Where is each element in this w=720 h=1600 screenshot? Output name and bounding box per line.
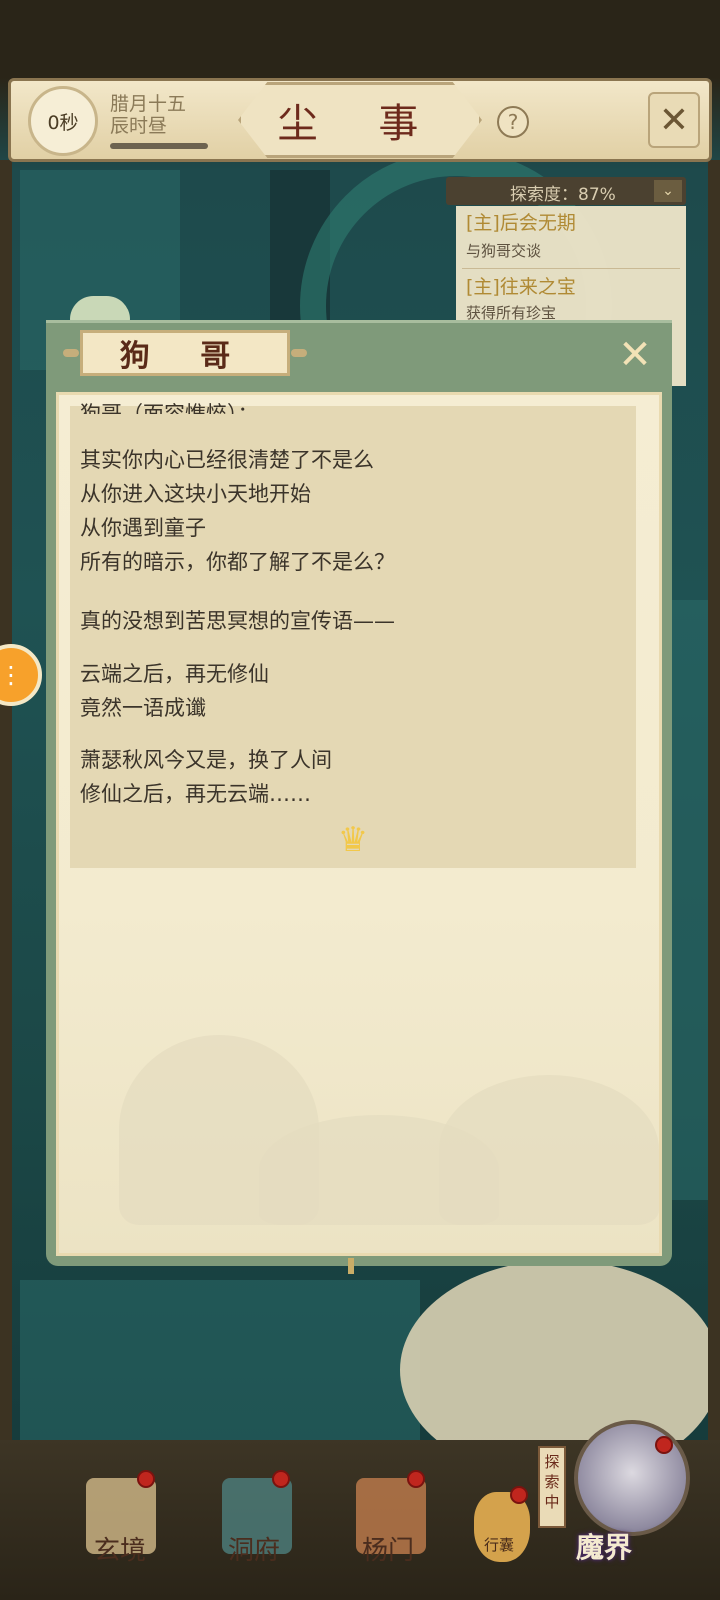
realm-portal-button[interactable] (574, 1420, 690, 1536)
quest-divider (462, 268, 680, 269)
speaker-name: 狗 哥 (119, 339, 251, 374)
notification-dot (407, 1470, 425, 1488)
dialog-line: 云端之后，再无修仙 (80, 662, 269, 686)
notification-dot (137, 1470, 155, 1488)
nav-label-xingnang[interactable]: 行囊 (484, 1534, 514, 1555)
dialog-line: 从你遇到童子 (80, 516, 206, 540)
notification-dot (272, 1470, 290, 1488)
time-progress-bar (110, 143, 208, 149)
notification-dot (655, 1436, 673, 1454)
bg-building (20, 1280, 420, 1450)
frame-right (708, 160, 720, 1460)
current-realm-label[interactable]: 魔界 (576, 1526, 632, 1566)
timer-display: 0秒 (28, 86, 98, 156)
dialog-line: 所有的暗示，你都了解了不是么？ (80, 550, 395, 574)
help-button[interactable]: ? (497, 106, 529, 138)
dialog-line: 修仙之后，再无云端…… (80, 782, 311, 806)
question-icon: ? (507, 110, 519, 134)
page-title: 尘 事 (277, 101, 443, 147)
dialog-close-button[interactable]: ✕ (612, 332, 658, 378)
notification-dot (510, 1486, 528, 1504)
dialog-line: 真的没想到苦思冥想的宣传语—— (80, 609, 395, 633)
game-date: 腊月十五 (110, 93, 187, 115)
crown-icon: ♛ (337, 820, 369, 860)
quest-desc: 与狗哥交谈 (466, 242, 542, 260)
frame-left (0, 160, 12, 1460)
close-page-button[interactable]: ✕ (648, 92, 700, 148)
mountain-illustration (259, 1115, 499, 1225)
scroll-pin-icon (348, 1258, 354, 1274)
chevron-down-icon: ⌄ (662, 183, 674, 199)
speaker-line: 狗哥（面容憔悴）： (80, 402, 259, 414)
close-icon: ✕ (618, 332, 652, 378)
game-time: 辰时昼 (110, 115, 168, 137)
dialog-line: 其实你内心已经很清楚了不是么 (80, 448, 374, 472)
dialog-line: 萧瑟秋风今又是，换了人间 (80, 748, 332, 772)
close-icon: ✕ (658, 99, 690, 141)
more-dots-icon: ⋮ (0, 661, 23, 689)
quest-title[interactable]: [主]往来之宝 (466, 272, 576, 299)
quest-title[interactable]: [主]后会无期 (466, 208, 576, 235)
nav-label-dongfu[interactable]: 洞府 (228, 1530, 280, 1567)
collapse-panel-button[interactable]: ⌄ (654, 180, 682, 202)
dialog-line: 从你进入这块小天地开始 (80, 482, 311, 506)
nav-label-yangmen[interactable]: 杨门 (362, 1530, 414, 1567)
explore-progress-label: 探索度：87% (510, 185, 616, 205)
exploring-tag: 探索中 (538, 1446, 566, 1528)
dialog-line: 竟然一语成谶 (80, 696, 206, 720)
nav-label-xuanjing[interactable]: 玄境 (94, 1530, 146, 1567)
continue-crown-icon[interactable]: ♛ (326, 820, 380, 860)
